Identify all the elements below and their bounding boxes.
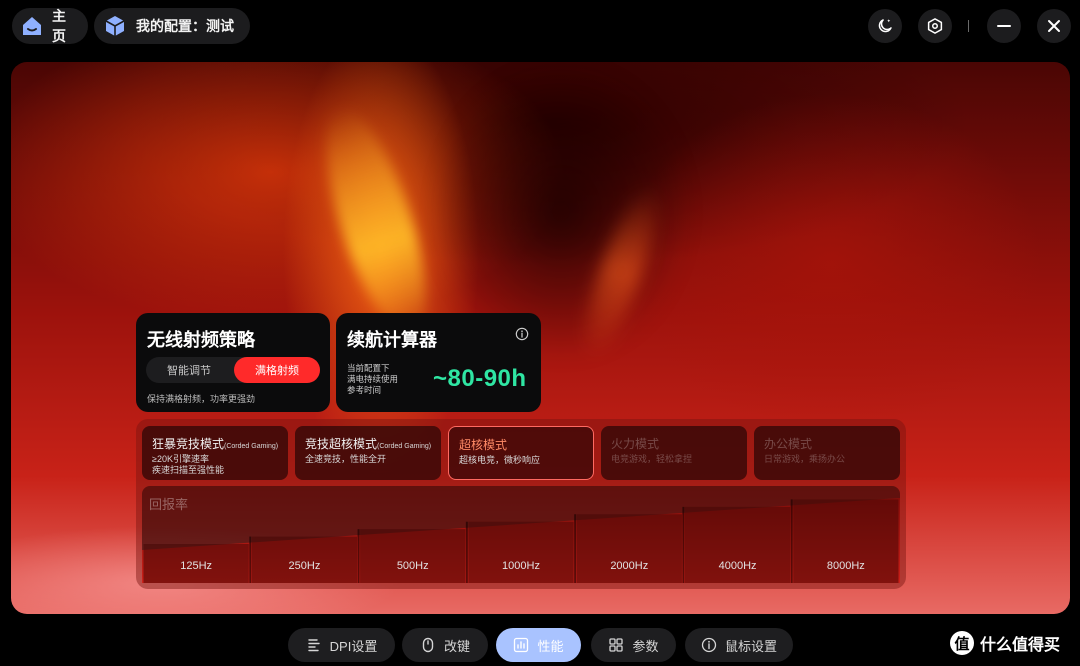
battery-title: 续航计算器	[347, 330, 437, 350]
nav-parameters[interactable]: 参数	[591, 628, 676, 662]
nav-label: 鼠标设置	[724, 638, 777, 654]
info-icon[interactable]	[515, 327, 529, 341]
dark-mode-button[interactable]	[868, 9, 902, 43]
polling-rate-option[interactable]: 125Hz	[143, 544, 249, 583]
polling-rate-option-label: 1000Hz	[502, 560, 540, 572]
nav-mouse-settings[interactable]: 鼠标设置	[685, 628, 793, 662]
nav-dpi-settings[interactable]: DPI设置	[288, 628, 395, 662]
rf-strategy-toggle: 智能调节 满格射频	[146, 357, 320, 383]
mode-title: 竞技超核模式	[305, 437, 378, 451]
minimize-icon	[997, 25, 1011, 27]
polling-rate-option[interactable]: 250Hz	[249, 536, 358, 583]
rf-strategy-hint: 保持满格射频，功率更强劲	[147, 394, 256, 404]
mode-title: 火力模式	[611, 437, 660, 451]
polling-rate-option[interactable]: 8000Hz	[790, 499, 899, 583]
chart-icon	[513, 637, 529, 653]
battery-value: ~80-90h	[433, 365, 527, 392]
mode-title: 狂暴竞技模式	[152, 437, 225, 451]
polling-rate-step	[468, 521, 574, 583]
polling-rate-option-label: 125Hz	[180, 560, 212, 572]
polling-rate-selector: 125Hz 250Hz 500Hz 1000Hz 2000Hz 4000Hz 8000Hz	[142, 498, 900, 583]
list-icon	[306, 637, 322, 653]
info-icon	[701, 637, 717, 653]
grid-icon	[608, 637, 624, 653]
nav-label: 性能	[537, 638, 564, 654]
top-bar: 主页 我的配置：测试	[0, 0, 1080, 56]
mode-desc: 日常游戏，乘扬办公	[764, 454, 846, 464]
mode-desc: 电竞游戏，轻松拿捏	[611, 454, 693, 464]
mode-frenzy-competitive[interactable]: 狂暴竞技模式(Corded Gaming) ≥20K引擎速率 疾速扫描至强性能	[142, 426, 288, 480]
rf-strategy-title: 无线射频策略	[147, 330, 255, 350]
cube-icon	[102, 13, 128, 39]
battery-calculator-card: 续航计算器 当前配置下 满电持续使用 参考时间 ~80-90h	[336, 313, 541, 412]
mode-ultracore[interactable]: 超核模式 超核电竞，微秒响应	[448, 426, 594, 480]
mode-tag: (Corded Gaming)	[224, 443, 279, 450]
polling-rate-option[interactable]: 500Hz	[357, 529, 466, 583]
close-button[interactable]	[1037, 9, 1071, 43]
watermark: 值 什么值得买	[950, 631, 1060, 655]
home-label: 主页	[52, 8, 66, 44]
rf-strategy-card: 无线射频策略 智能调节 满格射频 保持满格射频，功率更强劲	[136, 313, 330, 412]
mode-firepower[interactable]: 火力模式 电竞游戏，轻松拿捏	[601, 426, 747, 480]
polling-rate-option-label: 2000Hz	[610, 560, 648, 572]
polling-rate-option[interactable]: 1000Hz	[465, 521, 574, 583]
polling-rate-option-label: 500Hz	[397, 560, 429, 572]
polling-rate-label: 回报率	[149, 497, 189, 512]
nav-label: 参数	[632, 638, 659, 654]
mode-title: 办公模式	[764, 437, 813, 451]
battery-description: 当前配置下 满电持续使用 参考时间	[347, 363, 399, 395]
minimize-button[interactable]	[987, 9, 1021, 43]
watermark-logo: 值	[950, 631, 974, 655]
nav-label: 改键	[443, 638, 470, 654]
hero-light-streak	[305, 97, 447, 347]
nav-label: DPI设置	[329, 638, 378, 654]
polling-rate-step	[576, 514, 682, 583]
mode-competitive-ultracore[interactable]: 竞技超核模式(Corded Gaming) 全速竞技，性能全开	[295, 426, 441, 480]
mode-desc: ≥20K引擎速率 疾速扫描至强性能	[152, 454, 225, 475]
polling-rate-option[interactable]: 2000Hz	[574, 514, 682, 583]
mode-title: 超核模式	[459, 438, 508, 452]
polling-rate-option-label: 4000Hz	[719, 560, 757, 572]
config-selector[interactable]: 我的配置：测试	[94, 8, 250, 44]
divider	[968, 20, 969, 32]
mouse-icon	[420, 637, 436, 653]
mode-desc: 超核电竞，微秒响应	[459, 455, 541, 465]
moon-icon	[878, 19, 892, 33]
mode-tag: (Corded Gaming)	[377, 443, 432, 450]
home-button[interactable]: 主页	[12, 8, 88, 44]
polling-rate-step	[360, 529, 466, 583]
home-icon	[20, 13, 44, 39]
rf-option-smart[interactable]: 智能调节	[146, 357, 232, 383]
settings-button[interactable]	[918, 9, 952, 43]
rf-option-full[interactable]: 满格射频	[234, 357, 320, 383]
nav-key-remap[interactable]: 改键	[402, 628, 488, 662]
nav-performance[interactable]: 性能	[496, 628, 581, 662]
polling-rate-option-label: 250Hz	[289, 560, 321, 572]
watermark-text: 什么值得买	[980, 637, 1061, 654]
polling-rate-option-label: 8000Hz	[827, 560, 865, 572]
hex-settings-icon	[927, 18, 943, 34]
mode-desc: 全速竞技，性能全开	[305, 454, 387, 464]
close-icon	[1048, 20, 1060, 32]
polling-rate-option[interactable]: 4000Hz	[682, 506, 791, 583]
config-label: 我的配置：测试	[136, 18, 234, 34]
mode-office[interactable]: 办公模式 日常游戏，乘扬办公	[754, 426, 900, 480]
